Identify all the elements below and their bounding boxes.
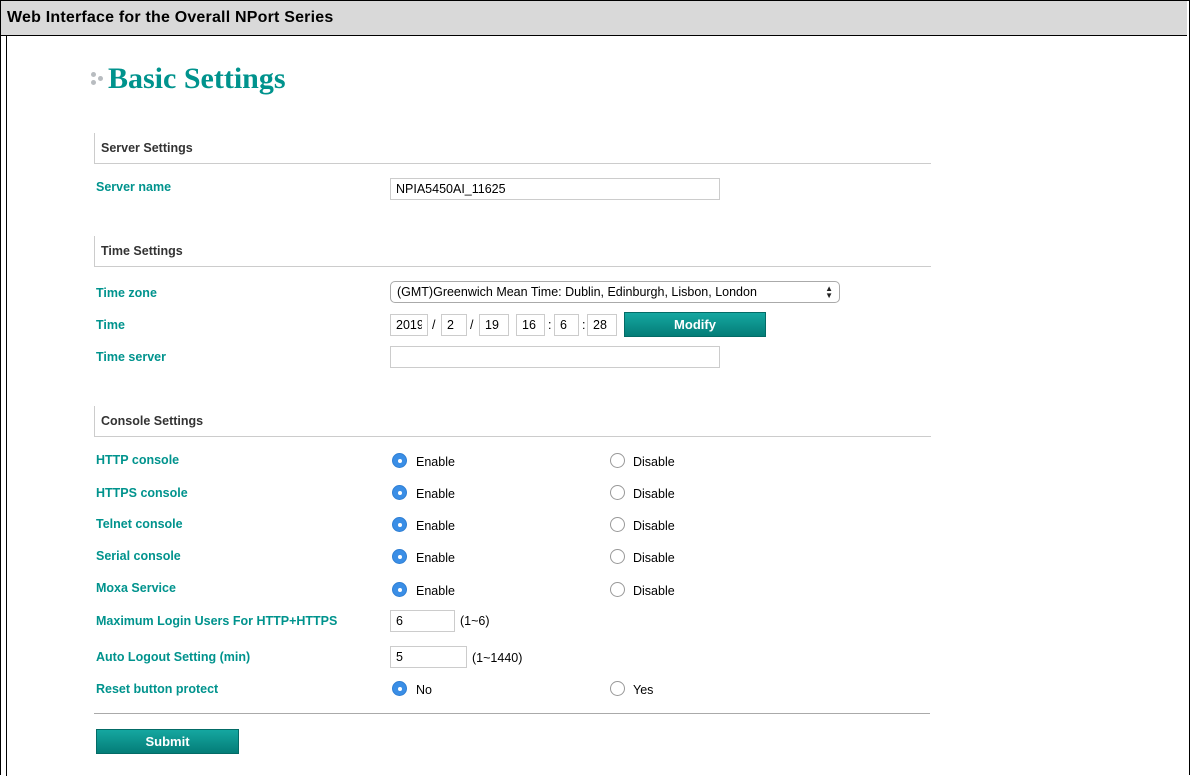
date-separator: / (470, 318, 474, 332)
auto-logout-label: Auto Logout Setting (min) (96, 650, 251, 664)
server-name-input[interactable] (390, 178, 720, 200)
time-settings-section: Time Settings (94, 236, 931, 267)
time-zone-select[interactable]: (GMT)Greenwich Mean Time: Dublin, Edinbu… (390, 281, 840, 303)
disable-label: Disable (633, 584, 675, 598)
month-input[interactable] (441, 314, 467, 336)
reset-no-label: No (416, 683, 432, 697)
section-title: Console Settings (101, 414, 204, 428)
moxa-service-disable-radio[interactable] (610, 582, 625, 597)
reset-protect-yes-radio[interactable] (610, 681, 625, 696)
time-separator: : (548, 318, 552, 332)
time-zone-label: Time zone (96, 286, 157, 300)
minute-input[interactable] (554, 314, 579, 336)
time-zone-value: (GMT)Greenwich Mean Time: Dublin, Edinbu… (397, 285, 757, 299)
content-border (6, 36, 7, 776)
time-label: Time (96, 318, 125, 332)
time-server-label: Time server (96, 350, 166, 364)
telnet-console-enable-radio[interactable] (392, 517, 407, 532)
page-title: Basic Settings (108, 62, 286, 95)
telnet-console-disable-radio[interactable] (610, 517, 625, 532)
auto-logout-range: (1~1440) (472, 651, 523, 665)
telnet-console-label: Telnet console (96, 517, 183, 531)
select-arrows-icon: ▲ ▼ (825, 284, 833, 300)
form-divider (94, 713, 930, 714)
disable-label: Disable (633, 455, 675, 469)
http-console-disable-radio[interactable] (610, 453, 625, 468)
time-server-input[interactable] (390, 346, 720, 368)
second-input[interactable] (587, 314, 617, 336)
time-separator: : (582, 318, 586, 332)
max-login-input[interactable] (390, 610, 455, 632)
enable-label: Enable (416, 519, 455, 533)
https-console-disable-radio[interactable] (610, 485, 625, 500)
enable-label: Enable (416, 487, 455, 501)
disable-label: Disable (633, 519, 675, 533)
day-input[interactable] (479, 314, 509, 336)
title-dots-icon (91, 70, 109, 90)
submit-button[interactable]: Submit (96, 729, 239, 754)
year-input[interactable] (390, 314, 428, 336)
serial-console-label: Serial console (96, 549, 181, 563)
document-header-title: Web Interface for the Overall NPort Seri… (7, 9, 334, 26)
date-separator: / (432, 318, 436, 332)
moxa-service-enable-radio[interactable] (392, 582, 407, 597)
auto-logout-input[interactable] (390, 646, 467, 668)
section-title: Time Settings (101, 244, 183, 258)
section-title: Server Settings (101, 141, 193, 155)
http-console-label: HTTP console (96, 453, 180, 467)
http-console-enable-radio[interactable] (392, 453, 407, 468)
server-settings-section: Server Settings (94, 133, 931, 164)
serial-console-enable-radio[interactable] (392, 549, 407, 564)
reset-protect-no-radio[interactable] (392, 681, 407, 696)
max-login-label: Maximum Login Users For HTTP+HTTPS (96, 614, 338, 628)
https-console-enable-radio[interactable] (392, 485, 407, 500)
reset-yes-label: Yes (633, 683, 654, 697)
modify-button[interactable]: Modify (624, 312, 766, 337)
serial-console-disable-radio[interactable] (610, 549, 625, 564)
https-console-label: HTTPS console (96, 486, 188, 500)
disable-label: Disable (633, 487, 675, 501)
enable-label: Enable (416, 551, 455, 565)
enable-label: Enable (416, 584, 455, 598)
enable-label: Enable (416, 455, 455, 469)
server-name-label: Server name (96, 180, 172, 194)
console-settings-section: Console Settings (94, 406, 931, 437)
reset-protect-label: Reset button protect (96, 682, 219, 696)
document-header: Web Interface for the Overall NPort Seri… (1, 1, 1187, 36)
disable-label: Disable (633, 551, 675, 565)
max-login-range: (1~6) (460, 614, 490, 628)
moxa-service-label: Moxa Service (96, 581, 176, 595)
hour-input[interactable] (516, 314, 545, 336)
